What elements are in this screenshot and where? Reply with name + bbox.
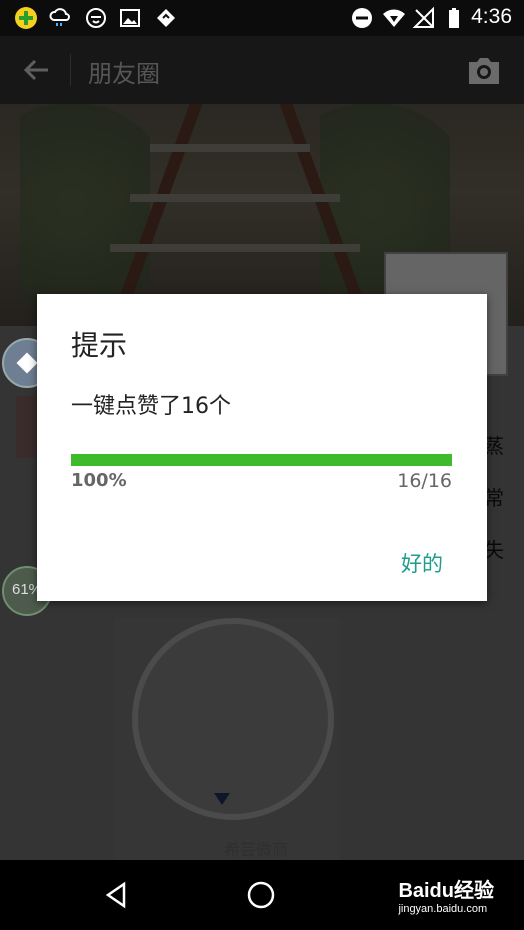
post-text-fragment: 蒸 (484, 434, 504, 458)
no-signal-icon (412, 6, 434, 28)
status-bar: 4:36 (0, 0, 524, 36)
navigation-bar: Baidu经验 jingyan.baidu.com (0, 860, 524, 930)
battery-icon (449, 8, 459, 28)
camera-icon[interactable] (466, 54, 502, 86)
dialog-message: 一键点赞了16个 (71, 394, 231, 419)
image-icon (120, 9, 140, 27)
like-progress-bar (71, 454, 452, 466)
diamond-icon (157, 9, 175, 27)
cover-sleeper (130, 194, 340, 202)
post-image[interactable]: 希芸微商 (114, 618, 340, 860)
page-title: 朋友圈 (88, 60, 160, 88)
down-arrow-icon (214, 793, 230, 805)
tip-dialog: 提示 一键点赞了16个 100% 16/16 好的 (37, 294, 487, 601)
post-text-fragment: 失 (484, 538, 504, 562)
baidu-watermark: Baidu经验 jingyan.baidu.com (398, 874, 494, 915)
back-triangle-icon[interactable] (102, 880, 132, 910)
face-icon (86, 8, 106, 28)
post-text-fragment: 常 (484, 486, 504, 510)
do-not-disturb-icon (352, 8, 372, 28)
dialog-title: 提示 (71, 329, 128, 362)
progress-count: 16/16 (397, 470, 452, 492)
app-bar: 朋友圈 (0, 36, 524, 104)
watermark-text: Baidu经验 (398, 880, 494, 902)
post-image-caption: 希芸微商 (224, 840, 289, 859)
cover-sleeper (150, 144, 310, 152)
post-image-circle (132, 618, 334, 820)
arrow-left-icon[interactable] (20, 54, 52, 86)
app-badge-icon (15, 7, 37, 29)
home-circle-icon[interactable] (246, 880, 276, 910)
wifi-icon (383, 9, 405, 27)
ok-button[interactable]: 好的 (401, 548, 443, 578)
cover-sleeper (110, 244, 360, 252)
progress-percent: 100% (71, 470, 127, 491)
status-time: 4:36 (471, 5, 512, 28)
watermark-url: jingyan.baidu.com (398, 903, 488, 915)
weather-icon (49, 8, 70, 26)
app-bar-divider (70, 54, 71, 86)
like-progress-fill (71, 454, 452, 466)
